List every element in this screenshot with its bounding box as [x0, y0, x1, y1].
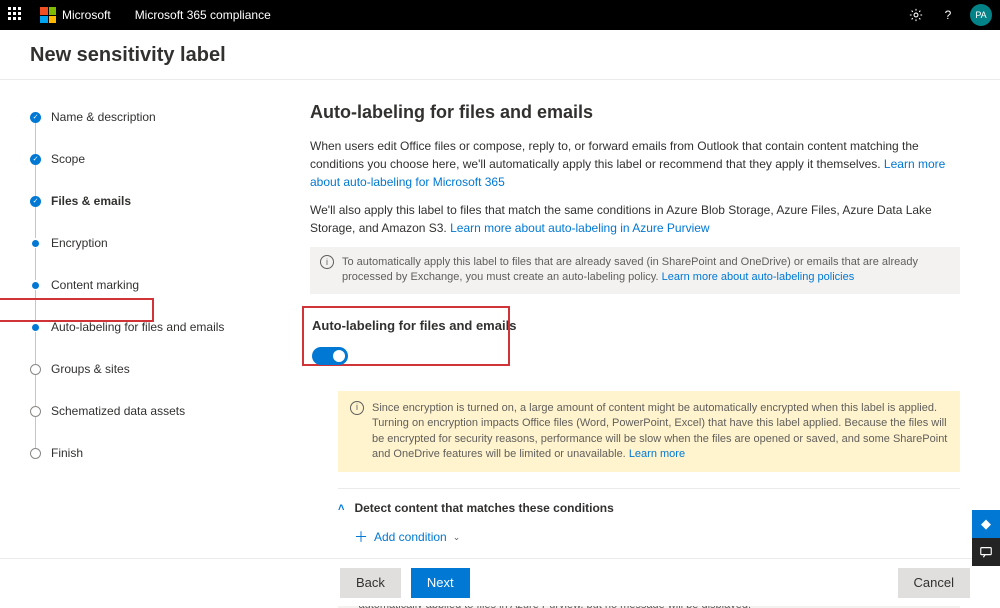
step-scope[interactable]: Scope — [30, 152, 290, 194]
main-heading: Auto-labeling for files and emails — [310, 102, 960, 123]
chevron-down-icon: ⌄ — [453, 532, 461, 543]
back-button[interactable]: Back — [340, 568, 401, 598]
step-name-description[interactable]: Name & description — [30, 110, 290, 152]
add-condition-button[interactable]: ＋ Add condition ⌄ — [354, 527, 960, 547]
app-launcher-icon[interactable] — [8, 7, 24, 23]
step-auto-labeling[interactable]: Auto-labeling for files and emails — [30, 320, 290, 362]
learn-more-encryption-link[interactable]: Learn more — [629, 448, 685, 460]
toggle-heading: Auto-labeling for files and emails — [312, 318, 958, 333]
step-content-marking[interactable]: Content marking — [30, 278, 290, 320]
product-name: Microsoft 365 compliance — [135, 8, 271, 22]
chevron-up-icon: ˄ — [338, 502, 344, 514]
step-finish[interactable]: Finish — [30, 446, 290, 460]
encryption-warning-bar: i Since encryption is turned on, a large… — [338, 391, 960, 473]
step-groups-sites[interactable]: Groups & sites — [30, 362, 290, 404]
wizard-sidebar: Name & description Scope Files & emails … — [0, 80, 290, 608]
plus-icon: ＋ — [354, 527, 368, 547]
microsoft-logo: Microsoft — [40, 7, 111, 23]
intro-paragraph-1: When users edit Office files or compose,… — [310, 137, 960, 191]
help-float-button[interactable]: ◆ — [972, 510, 1000, 538]
detect-conditions-header[interactable]: ˄ Detect content that matches these cond… — [338, 488, 960, 515]
top-header: Microsoft Microsoft 365 compliance ? PA — [0, 0, 1000, 30]
microsoft-squares-icon — [40, 7, 56, 23]
learn-more-purview-link[interactable]: Learn more about auto-labeling in Azure … — [450, 221, 710, 235]
help-icon[interactable]: ? — [938, 5, 958, 25]
step-files-emails[interactable]: Files & emails — [30, 194, 290, 236]
info-icon: i — [320, 255, 334, 269]
learn-more-policies-link[interactable]: Learn more about auto-labeling policies — [662, 271, 855, 283]
info-icon: i — [350, 401, 364, 415]
main-panel: Auto-labeling for files and emails When … — [290, 80, 1000, 608]
page-title: New sensitivity label — [0, 30, 1000, 80]
settings-gear-icon[interactable] — [906, 5, 926, 25]
step-schematized[interactable]: Schematized data assets — [30, 404, 290, 446]
cancel-button[interactable]: Cancel — [898, 568, 970, 598]
next-button[interactable]: Next — [411, 568, 470, 598]
brand-text: Microsoft — [62, 8, 111, 22]
feedback-float-button[interactable] — [972, 538, 1000, 566]
info-bar-policy: i To automatically apply this label to f… — [310, 247, 960, 294]
wizard-footer: Back Next Cancel — [0, 558, 1000, 606]
auto-labeling-toggle[interactable] — [312, 347, 348, 365]
user-avatar[interactable]: PA — [970, 4, 992, 26]
step-encryption[interactable]: Encryption — [30, 236, 290, 278]
floating-actions: ◆ — [972, 510, 1000, 566]
intro-paragraph-2: We'll also apply this label to files tha… — [310, 201, 960, 237]
